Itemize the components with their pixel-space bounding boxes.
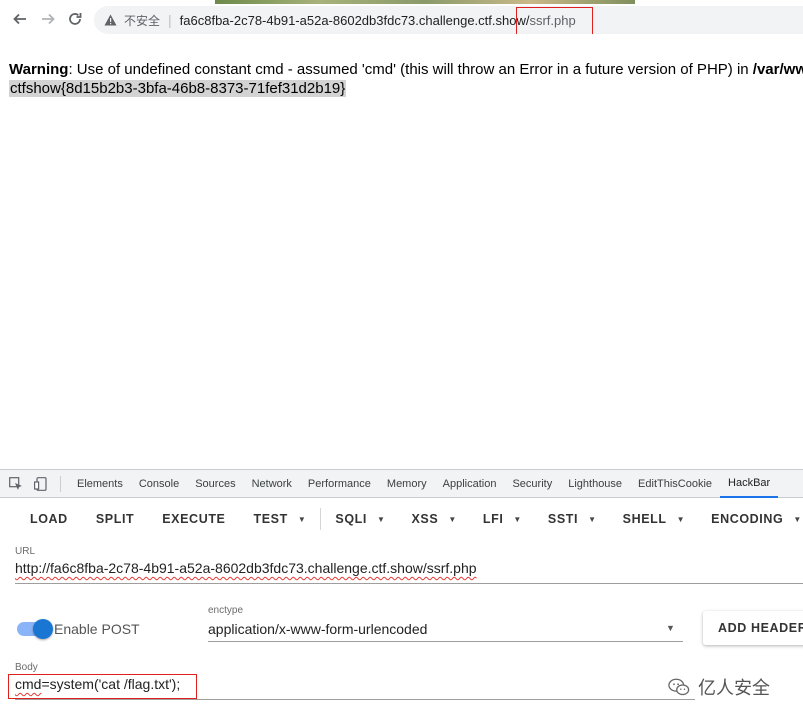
toolbar-divider (320, 508, 322, 530)
caret-down-icon: ▼ (448, 514, 457, 524)
warning-triangle-icon (104, 13, 118, 27)
inspect-element-icon[interactable] (7, 475, 25, 493)
body-key: cmd (15, 676, 42, 692)
devtools-tab-bar: Elements Console Sources Network Performance… (0, 470, 803, 498)
body-input-underline (15, 699, 695, 700)
watermark-text: 亿人安全 (698, 678, 770, 699)
xss-menu-button[interactable]: XSS ▼ (412, 499, 457, 539)
reload-icon (69, 13, 82, 25)
ssti-menu-label: SSTI (547, 512, 579, 526)
split-button[interactable]: SPLIT (96, 499, 134, 539)
url-host: fa6c8fba-2c78-4b91-a52a-8602db3fdc73.cha… (179, 12, 530, 28)
warning-label: Warning (9, 61, 69, 78)
add-header-button[interactable]: ADD HEADER (703, 611, 803, 645)
devtools-tab-sources[interactable]: Sources (187, 470, 243, 498)
load-button-label: LOAD (30, 512, 68, 526)
url-input[interactable]: http://fa6c8fba-2c78-4b91-a52a-8602db3fd… (15, 560, 477, 576)
devtools-tab-security[interactable]: Security (504, 470, 560, 498)
devtools-tab-list: Elements Console Sources Network Performance… (69, 470, 779, 498)
devtools-tab-console[interactable]: Console (131, 470, 187, 498)
arrow-right-icon (42, 13, 55, 25)
shell-menu-button[interactable]: SHELL ▼ (623, 499, 686, 539)
execute-button[interactable]: EXECUTE (162, 499, 225, 539)
watermark: 亿人安全 (668, 675, 770, 699)
caret-down-icon: ▼ (376, 514, 386, 524)
back-button[interactable] (9, 8, 31, 30)
forward-button[interactable] (37, 8, 59, 30)
url-field-label: URL (15, 546, 36, 557)
caret-down-icon: ▼ (676, 514, 686, 524)
url-input-underline (15, 583, 803, 584)
body-field-label: Body (15, 662, 38, 673)
load-button[interactable]: LOAD (30, 499, 68, 539)
php-warning-message: Warning: Use of undefined constant cmd -… (9, 61, 803, 78)
shell-menu-label: SHELL (622, 512, 667, 526)
devtools-tab-elements[interactable]: Elements (69, 470, 131, 498)
lfi-menu-label: LFI (482, 512, 504, 526)
flag-output[interactable]: ctfshow{8d15b2b3-3bfa-46b8-8373-71fef31d… (9, 80, 347, 97)
dropdown-caret-icon[interactable]: ▼ (666, 623, 675, 633)
sqli-menu-button[interactable]: SQLI ▼ (335, 499, 385, 539)
xss-menu-label: XSS (411, 512, 439, 526)
security-status-label[interactable]: 不安全 (124, 12, 160, 29)
reload-button[interactable] (64, 8, 86, 30)
ssti-menu-button[interactable]: SSTI ▼ (548, 499, 597, 539)
caret-down-icon: ▼ (297, 514, 307, 524)
tab-bar-divider (60, 475, 61, 492)
device-toolbar-icon[interactable] (32, 475, 50, 493)
arrow-left-icon (13, 13, 26, 25)
enctype-label: enctype (208, 605, 244, 616)
warning-text: : Use of undefined constant cmd - assume… (68, 61, 753, 78)
browser-toolbar: 不安全 | fa6c8fba-2c78-4b91-a52a-8602db3fdc… (0, 4, 803, 34)
devtools-tab-hackbar[interactable]: HackBar (720, 470, 779, 498)
url-path: ssrf.php (529, 12, 576, 28)
encoding-menu-button[interactable]: ENCODING ▼ (711, 499, 802, 539)
execute-button-label: EXECUTE (162, 512, 226, 526)
enable-post-label: Enable POST (54, 621, 140, 637)
toggle-knob (33, 619, 53, 639)
lfi-menu-button[interactable]: LFI ▼ (483, 499, 522, 539)
enctype-underline (208, 641, 683, 642)
hackbar-toolbar: LOAD SPLIT EXECUTE TEST ▼ SQLI ▼ XSS ▼ LFI ▼… (0, 499, 803, 539)
body-input[interactable]: cmd=system('cat /flag.txt'); (15, 676, 180, 692)
devtools-tab-editthiscookie[interactable]: EditThisCookie (630, 470, 720, 498)
devtools-tab-performance[interactable]: Performance (300, 470, 379, 498)
address-separator: | (168, 12, 172, 28)
encoding-menu-label: ENCODING (711, 512, 784, 526)
caret-down-icon: ▼ (793, 514, 802, 524)
devtools-tab-lighthouse[interactable]: Lighthouse (560, 470, 630, 498)
test-menu-button[interactable]: TEST ▼ (254, 499, 307, 539)
caret-down-icon: ▼ (513, 514, 522, 524)
body-payload: =system('cat /flag.txt'); (41, 676, 181, 692)
add-header-label: ADD HEADER (718, 621, 803, 635)
devtools-tab-memory[interactable]: Memory (379, 470, 435, 498)
caret-down-icon: ▼ (588, 514, 597, 524)
enctype-select[interactable]: application/x-www-form-urlencoded (208, 621, 427, 637)
page-viewport: Warning: Use of undefined constant cmd -… (0, 34, 803, 469)
warning-path: /var/www (752, 61, 803, 78)
address-bar[interactable]: 不安全 | fa6c8fba-2c78-4b91-a52a-8602db3fdc… (94, 6, 803, 34)
split-button-label: SPLIT (95, 512, 135, 526)
devtools-tab-network[interactable]: Network (244, 470, 300, 498)
enable-post-toggle[interactable] (17, 619, 53, 639)
sqli-menu-label: SQLI (335, 512, 367, 526)
devtools-tab-application[interactable]: Application (435, 470, 505, 498)
test-menu-label: TEST (253, 512, 288, 526)
wechat-icon (668, 678, 690, 696)
